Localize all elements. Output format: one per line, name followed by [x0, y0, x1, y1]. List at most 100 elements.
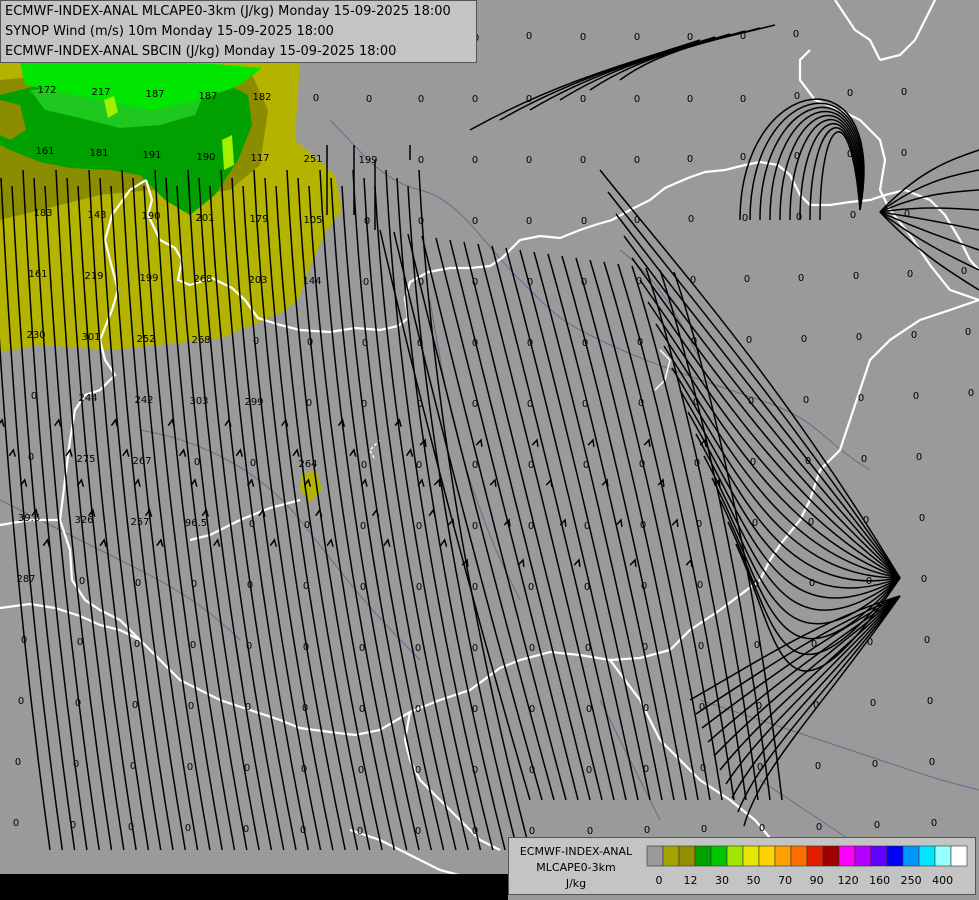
cape-value-label: 0 [70, 820, 76, 831]
cape-value-label: 0 [243, 824, 249, 835]
cape-value-label: 264 [298, 459, 317, 470]
cape-value-label: 0 [929, 757, 935, 768]
cape-value-label: 0 [803, 395, 809, 406]
cape-value-label: 0 [472, 399, 478, 410]
cape-value-label: 0 [809, 578, 815, 589]
legend-swatch [902, 845, 920, 867]
wind-arrowhead [326, 538, 334, 547]
cape-value-label: 0 [415, 643, 421, 654]
map-canvas: 17221718718718200000000000098.9000000001… [0, 0, 979, 880]
title-cape: ECMWF-INDEX-ANAL MLCAPE0-3km (J/kg) Mond… [5, 4, 451, 19]
wind-arrowhead [405, 448, 414, 457]
cape-value-label: 0 [418, 94, 424, 105]
wind-arrowhead [122, 448, 130, 457]
wind-arrowhead [601, 478, 609, 487]
cape-value-label: 0 [798, 273, 804, 284]
legend-swatch [854, 845, 872, 867]
cape-value-label: 0 [360, 521, 366, 532]
wind-arrowhead [475, 438, 483, 447]
legend-swatch [742, 845, 760, 867]
cape-value-label: 161 [28, 269, 47, 280]
wind-arrowhead [360, 478, 368, 487]
cape-value-label: 0 [472, 338, 478, 349]
cape-value-label: 0 [756, 701, 762, 712]
cape-value-label: 0 [580, 94, 586, 105]
cape-value-label: 0 [636, 276, 642, 287]
cape-value-label: 0 [911, 330, 917, 341]
cape-value-label: 0 [245, 702, 251, 713]
wind-arrowhead [545, 478, 553, 487]
cape-value-label: 0 [472, 582, 478, 593]
legend-swatch [886, 845, 904, 867]
cape-value-label: 183 [33, 208, 52, 219]
cape-value-label: 0 [853, 271, 859, 282]
cape-value-label: 0 [415, 765, 421, 776]
legend-swatch [806, 845, 824, 867]
cape-value-label: 0 [691, 336, 697, 347]
wind-arrowhead [573, 558, 581, 567]
cape-value-label: 0 [472, 460, 478, 471]
cape-value-label: 144 [302, 276, 321, 287]
legend-swatch [950, 845, 968, 867]
cape-value-label: 0 [15, 757, 21, 768]
cape-value-label: 0 [306, 398, 312, 409]
wind-arrowhead [489, 478, 497, 487]
cape-value-label: 0 [919, 513, 925, 524]
cape-value-label: 287 [16, 574, 35, 585]
wind-arrowhead [643, 438, 651, 447]
cape-value-label: 0 [527, 338, 533, 349]
cape-value-label: 0 [79, 576, 85, 587]
wind-arrowhead [269, 538, 278, 547]
legend-swatch [918, 845, 936, 867]
legend-swatch [838, 845, 856, 867]
legend-parameter: MLCAPE0-3km [536, 861, 616, 874]
cape-value-label: 0 [472, 155, 478, 166]
wind-arrowhead [110, 418, 119, 427]
legend-ticks: 0 12 30 50 70 90 120 160 250 400 [656, 874, 954, 887]
cape-value-label: 0 [805, 456, 811, 467]
cape-value-label: 0 [700, 763, 706, 774]
cape-value-label: 0 [582, 399, 588, 410]
wind-arrowhead [417, 478, 425, 487]
cape-value-label: 0 [794, 91, 800, 102]
cape-value-label: 0 [472, 277, 478, 288]
cape-value-label: 0 [18, 696, 24, 707]
cape-value-label: 0 [752, 518, 758, 529]
cape-value-label: 0 [815, 761, 821, 772]
wind-streamline [743, 595, 901, 827]
cape-value-label: 0 [187, 762, 193, 773]
cape-value-label: 0 [641, 581, 647, 592]
cape-value-label: 0 [249, 519, 255, 530]
cape-value-label: 0 [364, 216, 370, 227]
cape-value-label: 0 [801, 334, 807, 345]
cape-value-label: 0 [927, 696, 933, 707]
cape-value-label: 0 [866, 576, 872, 587]
cape-value-label: 0 [901, 148, 907, 159]
cape-value-label: 0 [526, 94, 532, 105]
cape-value-label: 0 [472, 94, 478, 105]
cape-value-label: 0 [580, 32, 586, 43]
cape-value-label: 0 [634, 32, 640, 43]
legend-colorbar: 0 12 30 50 70 90 120 160 250 400 [646, 845, 968, 887]
cape-value-label: 0 [472, 826, 478, 837]
legend-swatch [790, 845, 808, 867]
wind-arrowhead [371, 508, 380, 517]
wind-arrowhead [178, 448, 187, 457]
wind-arrowhead [99, 538, 107, 547]
legend-swatch [822, 845, 840, 867]
cape-value-label: 0 [757, 762, 763, 773]
cape-value-label: 0 [529, 765, 535, 776]
cape-value-label: 0 [75, 698, 81, 709]
cape-value-label: 0 [77, 637, 83, 648]
cape-value-label: 0 [21, 635, 27, 646]
cape-value-label: 96.5 [185, 518, 207, 529]
cape-value-label: 0 [418, 216, 424, 227]
cape-value-label: 0 [13, 818, 19, 829]
wind-arrowhead [54, 418, 62, 427]
cape-value-label: 0 [759, 823, 765, 834]
weather-map[interactable]: 17221718718718200000000000098.9000000001… [0, 0, 979, 900]
cape-value-label: 143 [87, 210, 106, 221]
cape-value-label: 242 [134, 395, 153, 406]
wind-streamline [589, 27, 761, 91]
cape-value-label: 0 [687, 94, 693, 105]
